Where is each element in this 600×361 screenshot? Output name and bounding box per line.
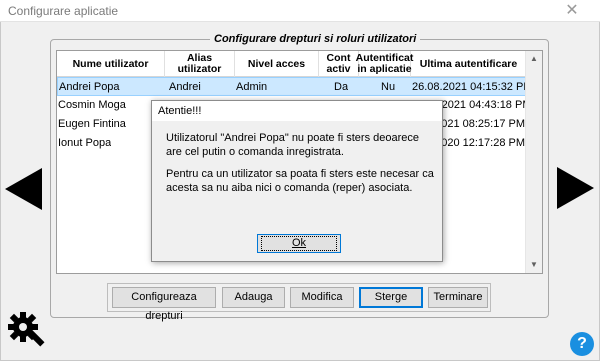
col-header-name[interactable]: Nume utilizator [57, 51, 165, 77]
cell-name: Ionut Popa [58, 137, 112, 149]
col-header-active[interactable]: Cont activ [319, 51, 359, 77]
cell-name: Andrei Popa [59, 81, 120, 93]
scroll-down-icon[interactable]: ▼ [526, 257, 542, 273]
ok-button[interactable]: Ok [257, 234, 341, 253]
help-icon[interactable]: ? [570, 332, 594, 356]
groupbox-title: Configurare drepturi si roluri utilizato… [210, 33, 421, 45]
action-buttons-bar: Configureaza drepturi Adauga Modifica St… [107, 283, 491, 322]
delete-button[interactable]: Sterge [359, 287, 423, 308]
dialog-title: Atentie!!! [152, 101, 442, 121]
dialog-body: Utilizatorul "Andrei Popa" nu poate fi s… [152, 121, 442, 261]
col-header-logged-in[interactable]: Autentificat in aplicatie [356, 51, 413, 77]
cell-alias: Andrei [169, 81, 201, 93]
cell-access: Admin [236, 81, 268, 93]
cell-logged-in: Nu [381, 81, 396, 93]
col-header-last-login[interactable]: Ultima autentificare [411, 51, 527, 77]
col-header-alias[interactable]: Alias utilizator [165, 51, 235, 77]
arrow-left-icon[interactable] [5, 168, 42, 210]
configure-rights-button[interactable]: Configureaza drepturi [112, 287, 216, 322]
cell-name: Cosmin Moga [58, 99, 126, 111]
cell-last-login: 26.08.2021 04:15:32 PM [412, 81, 526, 93]
cell-name: Eugen Fintina [58, 118, 126, 130]
ok-button-label: Ok [260, 236, 338, 251]
col-header-access[interactable]: Nivel acces [235, 51, 319, 77]
window-titlebar: Configurare aplicatie ✕ [0, 0, 600, 22]
dialog-message-1: Utilizatorul "Andrei Popa" nu poate fi s… [166, 132, 420, 158]
table-header: Nume utilizator Alias utilizator Nivel a… [57, 51, 527, 77]
arrow-right-icon[interactable] [557, 167, 594, 209]
close-window-icon[interactable]: ✕ [549, 0, 595, 22]
cell-active: Da [334, 81, 349, 93]
dialog-message-2: Pentru ca un utilizator sa poata fi ster… [166, 168, 434, 194]
add-button[interactable]: Adauga [222, 287, 285, 308]
scroll-up-icon[interactable]: ▲ [526, 51, 542, 67]
gear-wrench-icon[interactable] [7, 311, 47, 351]
table-vertical-scrollbar[interactable]: ▲ ▼ [525, 51, 542, 273]
table-row[interactable]: Andrei Popa Andrei Admin Da Nu 26.08.202… [57, 77, 527, 96]
warning-dialog: Atentie!!! Utilizatorul "Andrei Popa" nu… [151, 100, 443, 262]
finish-button[interactable]: Terminare [428, 287, 488, 308]
window-title: Configurare aplicatie [8, 4, 119, 18]
modify-button[interactable]: Modifica [290, 287, 354, 308]
